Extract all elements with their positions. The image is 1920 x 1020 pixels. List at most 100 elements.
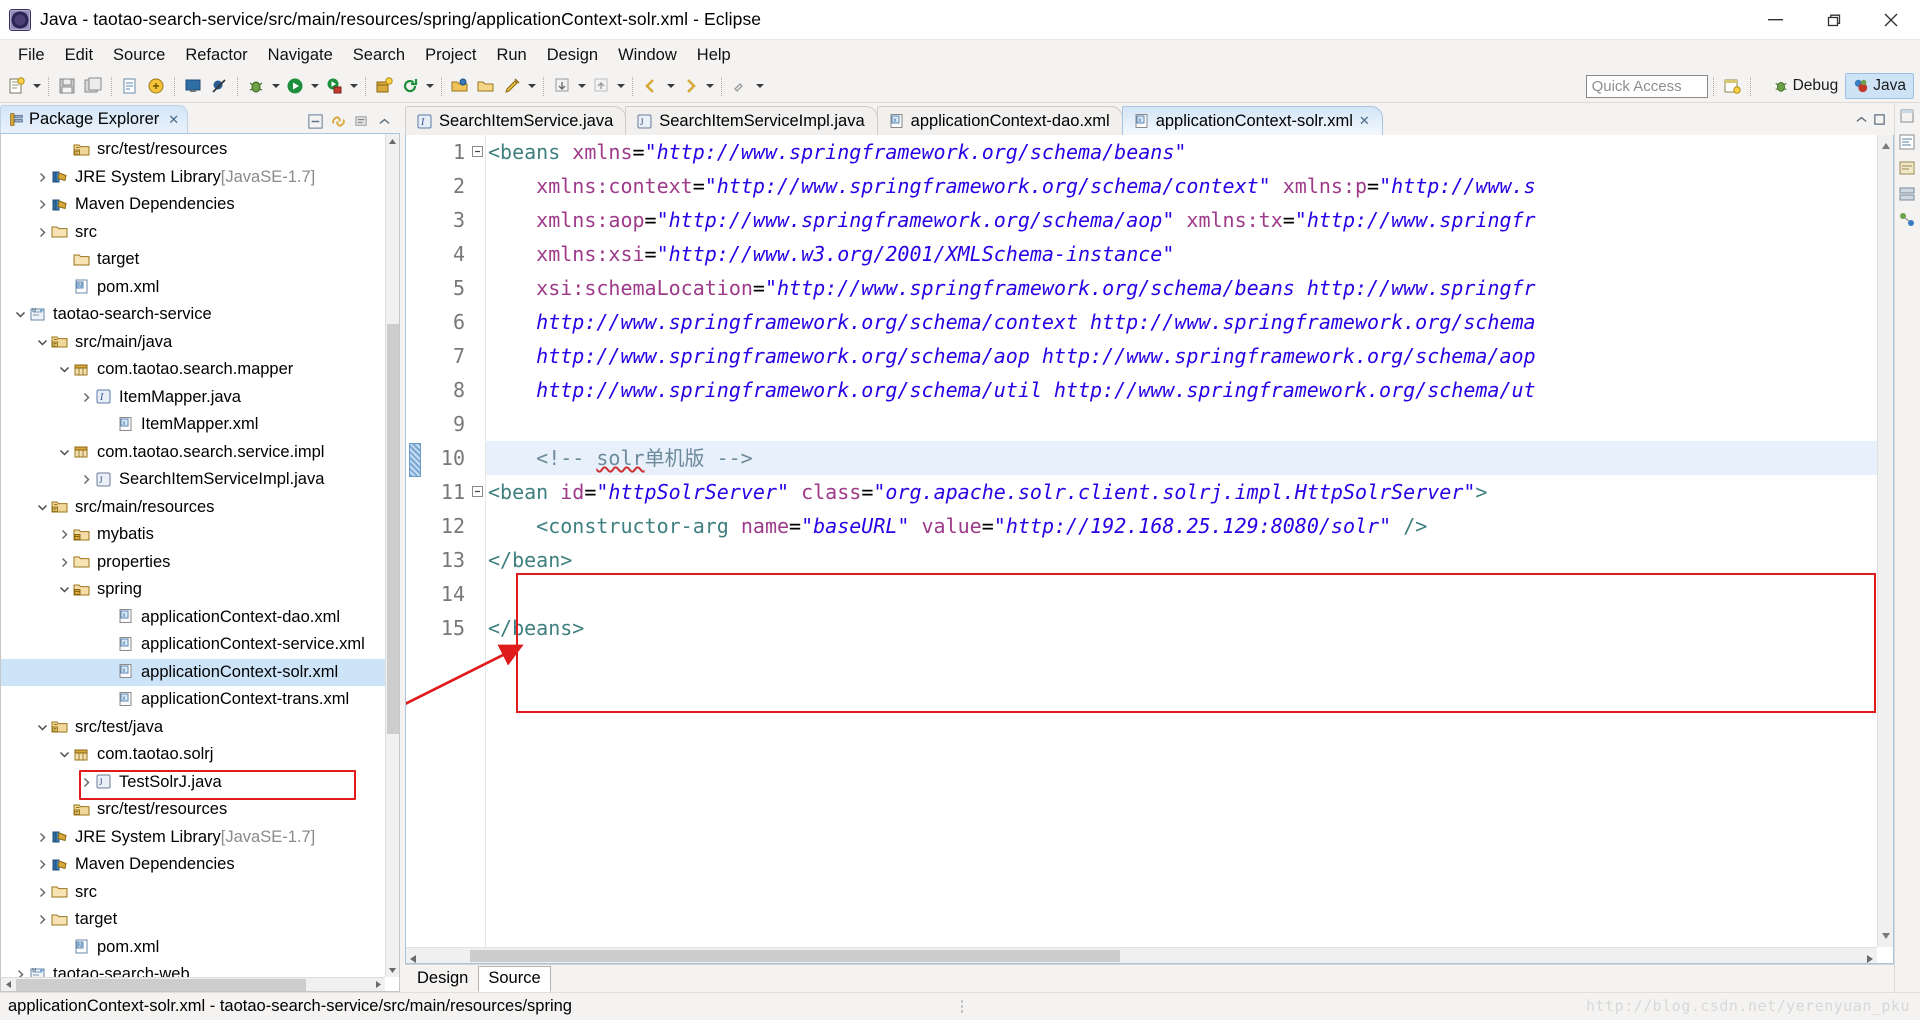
tree-vscroll-thumb[interactable] — [387, 324, 399, 734]
run-icon[interactable] — [283, 74, 307, 98]
tree-item[interactable]: src/main/java — [1, 329, 385, 357]
back-dropdown-icon[interactable] — [664, 74, 677, 98]
tree-item[interactable]: src/test/resources — [1, 136, 385, 164]
tree-item[interactable]: src — [1, 879, 385, 907]
task-list-icon[interactable] — [1898, 159, 1918, 179]
editor-scroll-right-icon[interactable] — [1866, 951, 1874, 963]
next-annotation-dropdown-icon[interactable] — [575, 74, 588, 98]
tree-item[interactable]: Mtaotao-search-web — [1, 961, 385, 977]
collapse-all-icon[interactable] — [306, 112, 325, 131]
expand-arrow-right-icon[interactable] — [35, 198, 49, 212]
menu-design[interactable]: Design — [537, 43, 608, 68]
menu-search[interactable]: Search — [343, 43, 415, 68]
open-type-icon[interactable] — [448, 74, 472, 98]
save-icon[interactable] — [55, 74, 79, 98]
editor-page-tab[interactable]: Design — [407, 966, 478, 992]
expand-arrow-right-icon[interactable] — [35, 225, 49, 239]
editor-tab[interactable]: J SearchItemServiceImpl.java — [625, 106, 878, 135]
code-line[interactable] — [486, 407, 1877, 441]
servers-view-icon[interactable] — [1898, 185, 1918, 205]
pin-editor-dropdown-icon[interactable] — [753, 74, 766, 98]
minimize-editor-icon[interactable] — [1855, 113, 1868, 131]
expand-arrow-right-icon[interactable] — [13, 968, 27, 977]
menu-refactor[interactable]: Refactor — [175, 43, 257, 68]
tree-item[interactable]: J SearchItemServiceImpl.java — [1, 466, 385, 494]
editor-scroll-down-icon[interactable] — [1881, 927, 1891, 945]
tree-item[interactable]: x applicationContext-service.xml — [1, 631, 385, 659]
outline-view-icon[interactable] — [1898, 133, 1918, 153]
code-line[interactable]: xsi:schemaLocation="http://www.springfra… — [486, 271, 1877, 305]
tree-item[interactable]: com.taotao.search.service.impl — [1, 439, 385, 467]
search-dropdown-icon[interactable] — [525, 74, 538, 98]
annotation-icon[interactable] — [144, 74, 168, 98]
code-line[interactable] — [486, 577, 1877, 611]
open-resource-icon[interactable] — [474, 74, 498, 98]
scroll-left-icon[interactable] — [1, 978, 15, 991]
search-icon[interactable] — [500, 74, 524, 98]
back-icon[interactable] — [639, 74, 663, 98]
open-perspective-icon[interactable] — [1720, 74, 1744, 98]
tree-item[interactable]: Maven Dependencies — [1, 851, 385, 879]
maximize-editor-icon[interactable] — [1873, 113, 1886, 131]
expand-arrow-down-icon[interactable] — [57, 748, 71, 762]
fold-collapse-icon[interactable] — [472, 486, 483, 497]
expand-arrow-down-icon[interactable] — [35, 335, 49, 349]
tree-item[interactable]: Maven Dependencies — [1, 191, 385, 219]
type-hierarchy-icon[interactable] — [1898, 211, 1918, 231]
forward-icon[interactable] — [678, 74, 702, 98]
tree-item[interactable]: Mpom.xml — [1, 274, 385, 302]
code-line[interactable]: </bean> — [486, 543, 1877, 577]
code-line[interactable]: http://www.springframework.org/schema/co… — [486, 305, 1877, 339]
editor-scroll-left-icon[interactable] — [409, 951, 417, 963]
fold-toggle[interactable] — [471, 475, 485, 509]
expand-arrow-right-icon[interactable] — [57, 555, 71, 569]
tree-item[interactable]: mybatis — [1, 521, 385, 549]
fold-collapse-icon[interactable] — [472, 146, 483, 157]
expand-arrow-down-icon[interactable] — [13, 308, 27, 322]
tree-item[interactable]: spring — [1, 576, 385, 604]
run-dropdown-icon[interactable] — [308, 74, 321, 98]
fold-toggle[interactable] — [471, 135, 485, 169]
next-annotation-icon[interactable] — [550, 74, 574, 98]
source-code-text[interactable]: <beans xmlns="http://www.springframework… — [486, 135, 1877, 947]
code-line[interactable]: <beans xmlns="http://www.springframework… — [486, 135, 1877, 169]
code-line[interactable]: <constructor-arg name="baseURL" value="h… — [486, 509, 1877, 543]
expand-arrow-down-icon[interactable] — [57, 445, 71, 459]
menu-window[interactable]: Window — [608, 43, 687, 68]
new-xml-file-icon[interactable] — [118, 74, 142, 98]
view-menu-icon[interactable] — [352, 112, 371, 131]
tree-hscroll-thumb[interactable] — [16, 979, 306, 991]
code-line[interactable]: <bean id="httpSolrServer" class="org.apa… — [486, 475, 1877, 509]
open-console-icon[interactable] — [181, 74, 205, 98]
tree-item[interactable]: Mtaotao-search-service — [1, 301, 385, 329]
menu-file[interactable]: File — [8, 43, 55, 68]
refresh-icon[interactable] — [398, 74, 422, 98]
tree-item-selected[interactable]: x applicationContext-solr.xml — [1, 658, 385, 686]
expand-arrow-down-icon[interactable] — [35, 500, 49, 514]
menu-navigate[interactable]: Navigate — [258, 43, 343, 68]
tree-item[interactable]: x ItemMapper.xml — [1, 411, 385, 439]
close-icon[interactable]: ✕ — [1359, 113, 1370, 129]
xml-editor[interactable]: 1 2 3 4 5 6 7 8 9 10 11 12 13 14 15 <beans xmlns="http… — [405, 135, 1894, 964]
tree-item[interactable]: com.taotao.solrj — [1, 741, 385, 769]
tree-item[interactable]: x applicationContext-trans.xml — [1, 686, 385, 714]
new-package-icon[interactable] — [372, 74, 396, 98]
code-content[interactable]: 1 2 3 4 5 6 7 8 9 10 11 12 13 14 15 <beans xmlns="http… — [406, 135, 1877, 947]
editor-tab[interactable]: x applicationContext-dao.xml — [876, 106, 1123, 135]
quick-access-input[interactable]: Quick Access — [1585, 74, 1708, 98]
expand-arrow-right-icon[interactable] — [35, 830, 49, 844]
forward-dropdown-icon[interactable] — [703, 74, 716, 98]
tree-item[interactable]: I ItemMapper.java — [1, 384, 385, 412]
new-wizard-icon[interactable] — [5, 74, 29, 98]
expand-arrow-right-icon[interactable] — [79, 775, 93, 789]
tab-package-explorer[interactable]: Package Explorer ✕ — [0, 105, 189, 133]
tree-item[interactable]: src/test/resources — [1, 796, 385, 824]
expand-arrow-right-icon[interactable] — [79, 390, 93, 404]
tree-item[interactable]: src/test/java — [1, 714, 385, 742]
editor-tab[interactable]: I SearchItemService.java — [405, 106, 627, 135]
close-icon[interactable]: ✕ — [168, 112, 179, 128]
menu-project[interactable]: Project — [415, 43, 486, 68]
code-line[interactable]: http://www.springframework.org/schema/ut… — [486, 373, 1877, 407]
menu-run[interactable]: Run — [486, 43, 536, 68]
tree-horizontal-scrollbar[interactable] — [1, 977, 385, 991]
